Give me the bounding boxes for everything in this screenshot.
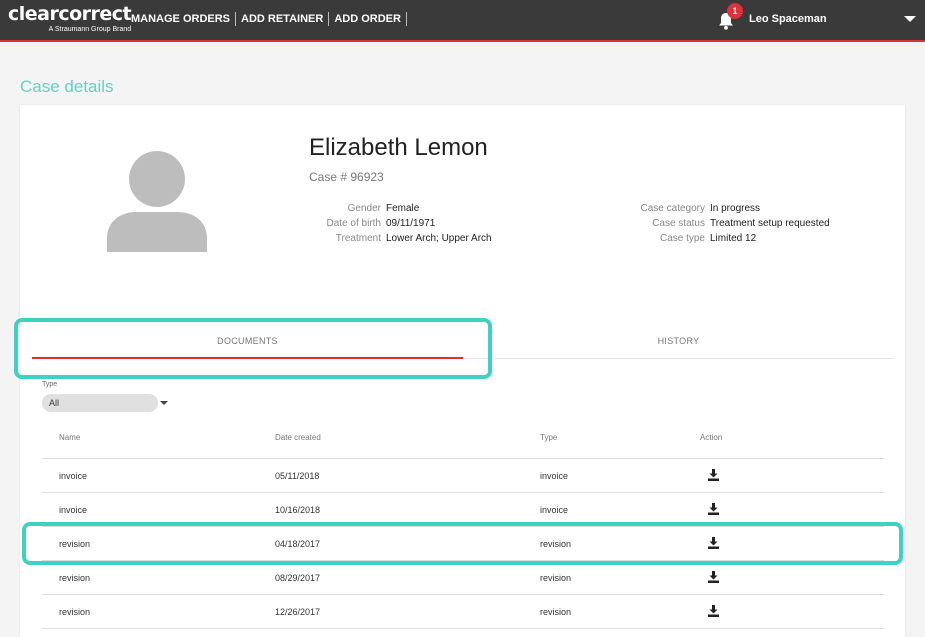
type-filter-select[interactable]: All bbox=[42, 394, 158, 412]
column-header-name: Name bbox=[59, 433, 81, 442]
cell-name: invoice bbox=[59, 471, 88, 481]
case-number: Case # 96923 bbox=[309, 170, 384, 184]
nav-manage-orders[interactable]: MANAGE ORDERS bbox=[131, 12, 237, 26]
info-label: Case type bbox=[659, 233, 705, 244]
column-header-type: Type bbox=[540, 433, 558, 442]
cell-type: invoice bbox=[540, 471, 569, 481]
notification-badge: 1 bbox=[727, 3, 743, 19]
download-icon[interactable] bbox=[708, 605, 719, 617]
download-icon[interactable] bbox=[708, 503, 719, 515]
page-title: Case details bbox=[20, 77, 114, 96]
info-label: Date of birth bbox=[326, 218, 381, 229]
download-icon[interactable] bbox=[708, 469, 719, 481]
cell-type: invoice bbox=[540, 505, 569, 515]
avatar-placeholder-icon bbox=[107, 151, 207, 252]
cell-name: invoice bbox=[59, 505, 88, 515]
info-label: Case category bbox=[640, 203, 705, 214]
info-label: Treatment bbox=[335, 233, 381, 244]
highlight-revision-row bbox=[22, 522, 903, 565]
main-nav: MANAGE ORDERS ADD RETAINER ADD ORDER bbox=[131, 12, 407, 26]
info-label: Case status bbox=[652, 218, 705, 229]
tab-history[interactable]: HISTORY bbox=[463, 325, 894, 359]
table-header: Name Date created Type Action bbox=[42, 425, 884, 459]
info-row-treatment: Treatment Lower Arch; Upper Arch bbox=[290, 231, 492, 246]
patient-info-left: Gender Female Date of birth 09/11/1971 T… bbox=[290, 201, 492, 246]
info-row-case-category: Case category In progress bbox=[600, 201, 830, 216]
logo-tagline: A Straumann Group Brand bbox=[48, 26, 132, 33]
cell-date: 12/26/2017 bbox=[275, 607, 321, 617]
cell-type: revision bbox=[540, 573, 572, 583]
chevron-down-icon[interactable] bbox=[160, 401, 168, 405]
nav-add-order[interactable]: ADD ORDER bbox=[329, 12, 407, 26]
cell-date: 05/11/2018 bbox=[275, 471, 320, 481]
cell-date: 10/16/2018 bbox=[275, 505, 321, 515]
info-row-case-type: Case type Limited 12 bbox=[600, 231, 830, 246]
caret-down-icon[interactable] bbox=[904, 16, 916, 22]
type-filter-label: Type bbox=[42, 381, 58, 388]
column-header-action: Action bbox=[700, 433, 723, 442]
download-icon[interactable] bbox=[708, 571, 719, 583]
info-value: Treatment setup requested bbox=[710, 218, 830, 229]
info-value: Limited 12 bbox=[710, 233, 757, 244]
patient-info-right: Case category In progress Case status Tr… bbox=[600, 201, 830, 246]
info-label: Gender bbox=[347, 203, 381, 214]
highlight-documents-tab bbox=[14, 318, 492, 379]
info-value: Female bbox=[386, 203, 420, 214]
table-row: revision 08/29/2017 revision bbox=[42, 561, 884, 595]
cell-type: revision bbox=[540, 607, 572, 617]
info-row-gender: Gender Female bbox=[290, 201, 492, 216]
table-row: revision 12/26/2017 revision bbox=[42, 595, 884, 629]
info-value: In progress bbox=[710, 203, 761, 214]
column-header-date: Date created bbox=[275, 433, 321, 442]
top-navigation-bar: clearcorrect A Straumann Group Brand MAN… bbox=[0, 0, 925, 42]
tab-label: HISTORY bbox=[657, 336, 700, 346]
patient-name: Elizabeth Lemon bbox=[309, 134, 488, 161]
info-value: 09/11/1971 bbox=[386, 218, 436, 229]
table-row: invoice 05/11/2018 invoice bbox=[42, 459, 884, 493]
cell-date: 08/29/2017 bbox=[275, 573, 321, 583]
clearcorrect-logo[interactable]: clearcorrect A Straumann Group Brand bbox=[8, 3, 132, 34]
cell-name: revision bbox=[59, 607, 91, 617]
info-row-dob: Date of birth 09/11/1971 bbox=[290, 216, 492, 231]
user-name[interactable]: Leo Spaceman bbox=[749, 13, 827, 25]
nav-add-retainer[interactable]: ADD RETAINER bbox=[236, 12, 330, 26]
cell-name: revision bbox=[59, 573, 91, 583]
info-row-case-status: Case status Treatment setup requested bbox=[600, 216, 830, 231]
logo-text: clearcorrect bbox=[8, 3, 132, 25]
info-value: Lower Arch; Upper Arch bbox=[386, 233, 492, 244]
